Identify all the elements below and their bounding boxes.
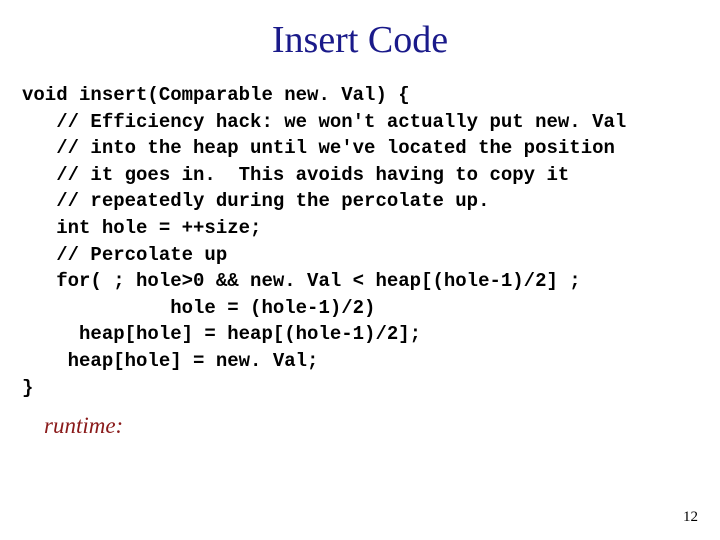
runtime-label: runtime: bbox=[0, 401, 720, 439]
page-number: 12 bbox=[683, 509, 698, 526]
code-block: void insert(Comparable new. Val) { // Ef… bbox=[0, 62, 720, 401]
slide: Insert Code void insert(Comparable new. … bbox=[0, 0, 720, 540]
slide-title: Insert Code bbox=[0, 0, 720, 62]
